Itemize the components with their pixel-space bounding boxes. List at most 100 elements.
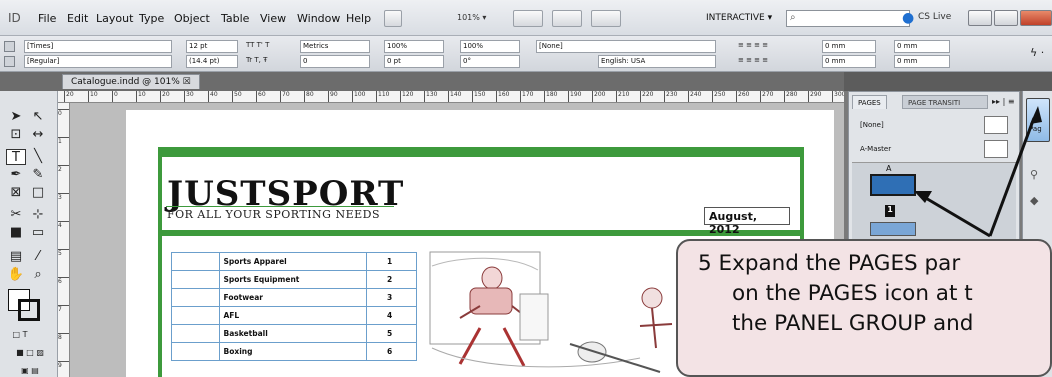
menu-table[interactable]: Table [221,12,249,25]
page-2-thumbnail[interactable] [870,222,916,236]
table-row[interactable]: Sports Apparel 1 [171,252,417,271]
table-cell-category[interactable]: Sports Equipment [218,270,367,289]
table-cell-page[interactable]: 6 [366,342,417,361]
master-a-thumb[interactable] [984,140,1008,158]
search-input[interactable]: ⌕ [786,10,910,27]
tab-pages[interactable]: PAGES [852,95,887,109]
table-cell-blank[interactable] [171,288,220,307]
gradient-tool-icon[interactable]: ■ [6,225,26,241]
gradient-feather-tool-icon[interactable]: ▭ [28,225,48,241]
table-cell-page[interactable]: 1 [366,252,417,271]
table-cell-blank[interactable] [171,342,220,361]
table-row[interactable]: Footwear 3 [171,288,417,307]
selection-tool-icon[interactable]: ➤ [6,109,26,125]
table-cell-page[interactable]: 2 [366,270,417,289]
stroke-panel-icon[interactable]: ◆ [1030,194,1038,207]
vertical-scale-field[interactable]: 100% [384,40,444,53]
paragraph-mode-icon[interactable] [4,56,15,67]
contents-table[interactable]: Sports Apparel 1 Sports Equipment 2 Footwear… [171,252,417,361]
view-options-icon[interactable] [513,10,543,27]
view-mode-icons[interactable]: ▣ ▤ [10,363,50,377]
left-indent-field[interactable]: 0 mm [822,40,876,53]
arrange-documents-icon[interactable] [591,10,621,27]
hand-tool-icon[interactable]: ✋ [6,267,26,283]
table-cell-blank[interactable] [171,270,220,289]
language-field[interactable]: English: USA [598,55,716,68]
table-cell-category[interactable]: AFL [218,306,367,325]
table-cell-category[interactable]: Basketball [218,324,367,343]
space-before-field[interactable]: 0 mm [894,40,950,53]
zoom-tool-icon[interactable]: ⌕ [28,267,48,283]
cslive-menu[interactable]: CS Live [918,12,951,22]
table-cell-category[interactable]: Sports Apparel [218,252,367,271]
master-a-label[interactable]: A-Master [860,145,891,153]
menu-object[interactable]: Object [174,12,210,25]
small-caps-icon[interactable]: Tr T, Ŧ [246,56,267,64]
page-tool-icon[interactable]: ⊡ [6,127,26,143]
document-tab[interactable]: Catalogue.indd @ 101% ☒ [62,74,200,89]
tracking-field[interactable]: 0 [300,55,370,68]
space-after-field[interactable]: 0 mm [894,55,950,68]
zoom-level[interactable]: 101% ▾ [455,10,505,27]
page-1-thumbnail[interactable]: A [870,164,916,196]
font-family-field[interactable]: [Times] [24,40,172,53]
table-row[interactable]: Boxing 6 [171,342,417,361]
master-none-label[interactable]: [None] [860,121,884,129]
table-cell-page[interactable]: 4 [366,306,417,325]
stroke-swatch[interactable] [18,299,40,321]
all-caps-icon[interactable]: TT T' T [246,41,269,49]
scissors-tool-icon[interactable]: ✂ [6,207,26,223]
table-cell-blank[interactable] [171,306,220,325]
rectangle-tool-icon[interactable]: □ [28,185,48,201]
panel-collapse-icon[interactable]: ▸▸ | ≡ [992,97,1015,106]
formatting-affects-container-icon[interactable]: □ T [10,327,30,343]
links-panel-icon[interactable]: ⚲ [1030,168,1038,181]
leading-field[interactable]: (14.4 pt) [186,55,238,68]
type-tool-icon[interactable]: T [6,149,26,165]
master-none-thumb[interactable] [984,116,1008,134]
direct-selection-tool-icon[interactable]: ↖ [28,109,48,125]
workspace-switcher[interactable]: INTERACTIVE ▾ [702,10,782,27]
rectangle-frame-tool-icon[interactable]: ⊠ [6,185,26,201]
maximize-button[interactable] [994,10,1018,26]
font-style-field[interactable]: [Regular] [24,55,172,68]
eyedropper-tool-icon[interactable]: ⁄ [28,249,48,265]
close-button[interactable] [1020,10,1052,26]
menu-help[interactable]: Help [346,12,371,25]
pencil-tool-icon[interactable]: ✎ [28,167,48,183]
character-style-field[interactable]: [None] [536,40,716,53]
menu-view[interactable]: View [260,12,286,25]
table-row[interactable]: Sports Equipment 2 [171,270,417,289]
menu-layout[interactable]: Layout [96,12,133,25]
screen-mode-icon[interactable] [552,10,582,27]
line-tool-icon[interactable]: ╲ [28,149,48,165]
table-row[interactable]: Basketball 5 [171,324,417,343]
justify-buttons[interactable]: ≡ ≡ ≡ ≡ [738,56,768,64]
first-line-indent-field[interactable]: 0 mm [822,55,876,68]
table-row[interactable]: AFL 4 [171,306,417,325]
menu-type[interactable]: Type [139,12,164,25]
free-transform-tool-icon[interactable]: ⊹ [28,207,48,223]
table-cell-category[interactable]: Footwear [218,288,367,307]
skew-field[interactable]: 0° [460,55,520,68]
menu-file[interactable]: File [38,12,56,25]
character-mode-icon[interactable] [4,41,15,52]
table-cell-blank[interactable] [171,252,220,271]
panel-group-header[interactable] [844,72,1052,91]
minimize-button[interactable] [968,10,992,26]
menu-window[interactable]: Window [297,12,340,25]
note-tool-icon[interactable]: ▤ [6,249,26,265]
table-cell-category[interactable]: Boxing [218,342,367,361]
panel-options-icon[interactable]: ϟ · [1030,46,1044,59]
pen-tool-icon[interactable]: ✒ [6,167,26,183]
kerning-field[interactable]: Metrics [300,40,370,53]
align-buttons[interactable]: ≡ ≡ ≡ ≡ [738,41,768,49]
bridge-icon[interactable] [384,10,402,27]
table-cell-page[interactable]: 5 [366,324,417,343]
issue-date[interactable]: August, 2012 [704,207,790,236]
tab-page-transitions[interactable]: PAGE TRANSITI [902,95,988,109]
horizontal-scale-field[interactable]: 100% [460,40,520,53]
font-size-field[interactable]: 12 pt [186,40,238,53]
apply-color-icons[interactable]: ■ □ ▨ [10,345,50,361]
pages-panel-icon[interactable]: Pag [1026,98,1050,142]
